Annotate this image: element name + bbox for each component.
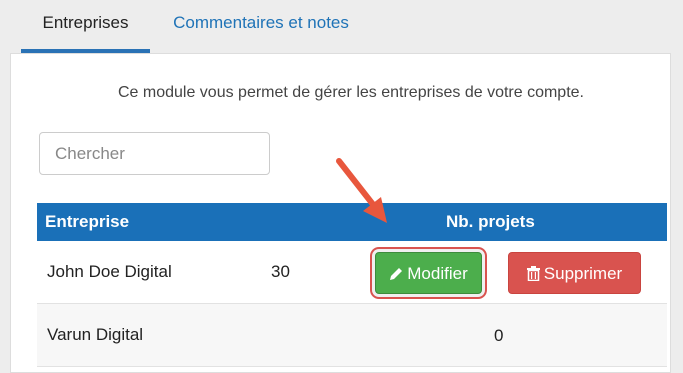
tab-bar: Entreprises Commentaires et notes [0,0,683,53]
annotation-arrow-icon [336,158,387,223]
pencil-icon [390,268,403,280]
module-description: Ce module vous permet de gérer les entre… [117,84,584,101]
project-count: 30 [271,262,290,281]
table-row: Varun Digital 0 [37,304,667,367]
project-count: 0 [494,326,504,345]
tab-commentaires-et-notes[interactable]: Commentaires et notes [158,0,364,53]
tab-entreprises[interactable]: Entreprises [21,0,150,53]
edit-button-label: Modifier [407,264,468,283]
entreprise-name: John Doe Digital [47,262,172,281]
table-row: John Doe Digital 30 Modifier Supprimer [37,241,667,304]
entreprise-name: Varun Digital [47,325,144,344]
edit-button[interactable]: Modifier [375,252,482,294]
search-input[interactable] [39,132,270,175]
column-header-entreprise: Entreprise [45,212,130,231]
column-header-nb-projets: Nb. projets [446,212,535,231]
delete-button[interactable]: Supprimer [508,252,641,294]
delete-button-label: Supprimer [543,264,623,283]
trash-icon [526,266,540,282]
